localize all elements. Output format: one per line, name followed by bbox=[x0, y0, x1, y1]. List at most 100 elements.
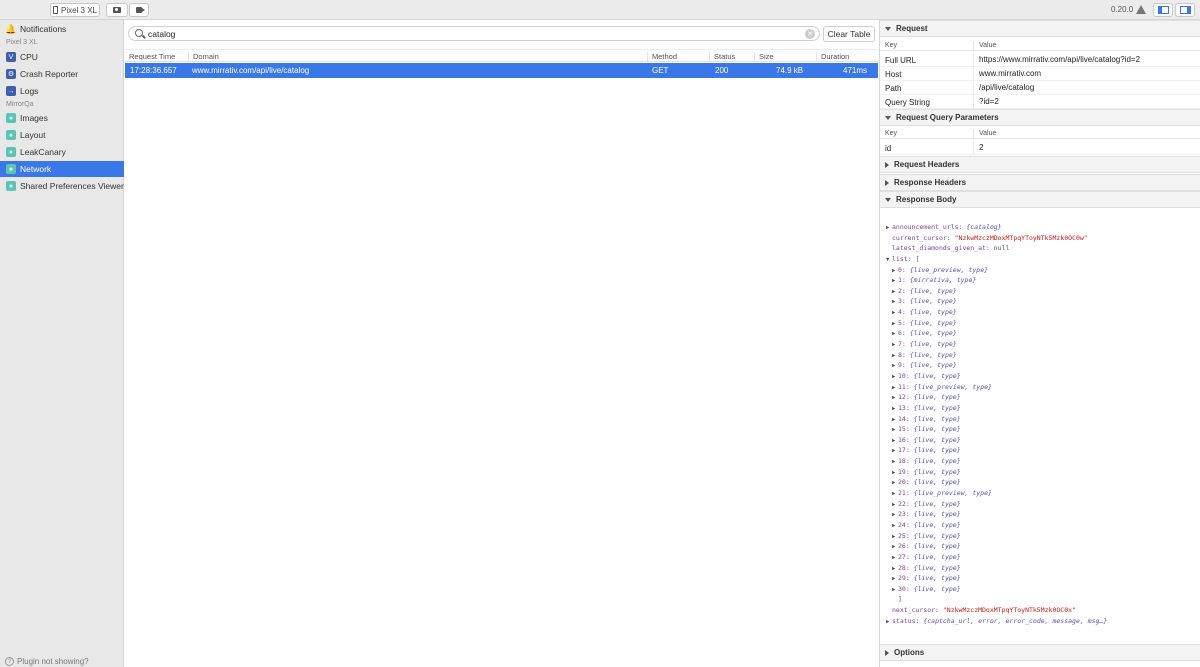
column-header-method[interactable]: Method bbox=[647, 52, 677, 61]
column-header-domain[interactable]: Domain bbox=[188, 52, 219, 61]
sidebar-item-images[interactable]: ● Images bbox=[0, 110, 124, 126]
options-section-header[interactable]: Options bbox=[880, 644, 1200, 661]
json-list-item[interactable]: ▶ 24: {live, type} bbox=[886, 520, 1198, 531]
request-section-header[interactable]: Request bbox=[880, 20, 1200, 37]
json-node-latest-diamonds: latest_diamonds_given_at: null bbox=[886, 243, 1198, 254]
plugin-not-showing-link[interactable]: ? Plugin not showing? bbox=[5, 657, 89, 666]
column-header-size[interactable]: Size bbox=[754, 52, 774, 61]
json-list-item[interactable]: ▶ 2: {live, type} bbox=[886, 286, 1198, 297]
warning-icon[interactable] bbox=[1136, 5, 1146, 14]
toggle-right-sidebar-button[interactable] bbox=[1175, 3, 1195, 17]
json-list-item[interactable]: ▶ 21: {live_preview, type} bbox=[886, 488, 1198, 499]
clear-table-button[interactable]: Clear Table bbox=[823, 26, 875, 42]
json-preview: {live, type} bbox=[909, 340, 957, 349]
column-header-request-time[interactable]: Request Time bbox=[125, 52, 175, 61]
json-list-item[interactable]: ▶ 0: {live_preview, type} bbox=[886, 265, 1198, 276]
json-list-item[interactable]: ▶ 15: {live, type} bbox=[886, 424, 1198, 435]
json-list-item[interactable]: ▶ 12: {live, type} bbox=[886, 392, 1198, 403]
column-header-duration[interactable]: Duration bbox=[816, 52, 849, 61]
sidebar-item-network[interactable]: ● Network bbox=[0, 161, 124, 177]
json-list-item[interactable]: ▶ 23: {live, type} bbox=[886, 509, 1198, 520]
json-node-status[interactable]: ▶ status: {captcha_url, error, error_code… bbox=[886, 616, 1198, 627]
sidebar-item-logs[interactable]: → Logs bbox=[0, 83, 124, 99]
sidebar-item-shared-preferences[interactable]: ● Shared Preferences Viewer bbox=[0, 178, 124, 194]
json-preview: {mirrativa, type} bbox=[909, 276, 977, 285]
json-list-item[interactable]: ▶ 13: {live, type} bbox=[886, 403, 1198, 414]
column-header-status[interactable]: Status bbox=[709, 52, 735, 61]
json-list-item[interactable]: ▶ 19: {live, type} bbox=[886, 467, 1198, 478]
json-list-item[interactable]: ▶ 9: {live, type} bbox=[886, 360, 1198, 371]
json-preview: {live, type} bbox=[913, 510, 961, 519]
json-preview: {live_preview, type} bbox=[913, 382, 992, 391]
sidebar-item-leakcanary[interactable]: ● LeakCanary bbox=[0, 144, 124, 160]
record-button[interactable] bbox=[129, 3, 149, 17]
json-preview: {live, type} bbox=[913, 552, 961, 561]
caret-down-icon bbox=[885, 115, 891, 120]
cell-duration: 471ms bbox=[843, 66, 868, 75]
section-title: Options bbox=[894, 648, 925, 657]
query-params-section-header[interactable]: Request Query Parameters bbox=[880, 109, 1200, 126]
device-selector-button[interactable]: Pixel 3 XL bbox=[50, 3, 100, 17]
sidebar-item-layout[interactable]: ● Layout bbox=[0, 127, 124, 143]
request-row-host: Host www.mirrativ.com bbox=[880, 67, 1200, 81]
row-key: Full URL bbox=[885, 56, 917, 65]
value-header: Value bbox=[973, 41, 996, 50]
request-table-header: Key Value bbox=[880, 39, 1200, 51]
json-preview: {live, type} bbox=[913, 542, 961, 551]
json-preview: {live, type} bbox=[913, 435, 961, 444]
json-list-item[interactable]: ▶ 17: {live, type} bbox=[886, 445, 1198, 456]
json-key: next_cursor: bbox=[892, 606, 939, 615]
response-body-section-header[interactable]: Response Body bbox=[880, 191, 1200, 208]
json-list-item[interactable]: ▶ 4: {live, type} bbox=[886, 307, 1198, 318]
json-list-item[interactable]: ▶ 18: {live, type} bbox=[886, 456, 1198, 467]
json-list-item[interactable]: ▶ 22: {live, type} bbox=[886, 499, 1198, 510]
json-list-item[interactable]: ▶ 11: {live_preview, type} bbox=[886, 382, 1198, 393]
json-node-next-cursor: next_cursor: "NzkwMzczMDoxMTpqYToyNTk5Mz… bbox=[886, 605, 1198, 616]
clear-search-icon[interactable]: ✕ bbox=[805, 29, 815, 39]
caret-down-icon bbox=[885, 197, 891, 202]
json-list-item[interactable]: ▶ 14: {live, type} bbox=[886, 414, 1198, 425]
json-preview: {live, type} bbox=[913, 457, 961, 466]
sidebar-item-notifications[interactable]: 🔔 Notifications bbox=[0, 21, 124, 37]
json-key: status: bbox=[892, 616, 920, 625]
json-list-item[interactable]: ▶ 7: {live, type} bbox=[886, 339, 1198, 350]
json-list-item[interactable]: ▶ 6: {live, type} bbox=[886, 328, 1198, 339]
json-list-item[interactable]: ▶ 27: {live, type} bbox=[886, 552, 1198, 563]
json-index: 3: bbox=[898, 297, 906, 306]
screenshot-button[interactable] bbox=[106, 3, 128, 17]
json-index: 20: bbox=[898, 478, 910, 487]
json-preview: {live, type} bbox=[913, 403, 961, 412]
json-node-list[interactable]: ▼ list: [ bbox=[886, 254, 1198, 265]
json-list-item[interactable]: ▶ 1: {mirrativa, type} bbox=[886, 275, 1198, 286]
request-headers-section-header[interactable]: Request Headers bbox=[880, 156, 1200, 173]
search-input[interactable] bbox=[148, 28, 798, 40]
json-list-item[interactable]: ▶ 3: {live, type} bbox=[886, 296, 1198, 307]
json-list-item[interactable]: ▶ 29: {live, type} bbox=[886, 573, 1198, 584]
json-bracket: [ bbox=[915, 254, 920, 263]
toggle-left-sidebar-button[interactable] bbox=[1153, 3, 1173, 17]
json-preview: {live, type} bbox=[909, 350, 957, 359]
json-list-item[interactable]: ▶ 20: {live, type} bbox=[886, 477, 1198, 488]
response-headers-section-header[interactable]: Response Headers bbox=[880, 174, 1200, 191]
json-list-item[interactable]: ▶ 30: {live, type} bbox=[886, 584, 1198, 595]
json-list-item[interactable]: ▶ 28: {live, type} bbox=[886, 563, 1198, 574]
left-sidebar-icon bbox=[1157, 6, 1169, 14]
json-node-announcement-urls[interactable]: ▶ announcement_urls: {catalog} bbox=[886, 222, 1198, 233]
json-list-item[interactable]: ▶ 16: {live, type} bbox=[886, 435, 1198, 446]
json-list-item[interactable]: ▶ 26: {live, type} bbox=[886, 541, 1198, 552]
json-index: 21: bbox=[898, 489, 910, 498]
table-row[interactable]: 17:28:36.657 www.mirrativ.com/api/live/c… bbox=[125, 63, 878, 78]
sidebar-item-label: Notifications bbox=[20, 24, 67, 34]
section-title: Response Body bbox=[896, 195, 957, 204]
json-list-item[interactable]: ▶ 8: {live, type} bbox=[886, 350, 1198, 361]
table-header: Request Time Domain Method Status Size D… bbox=[125, 49, 878, 62]
json-list-item[interactable]: ▶ 10: {live, type} bbox=[886, 371, 1198, 382]
json-list-item[interactable]: ▶ 5: {live, type} bbox=[886, 318, 1198, 329]
json-preview: {live, type} bbox=[913, 371, 961, 380]
network-icon: ● bbox=[6, 164, 16, 174]
sidebar-item-cpu[interactable]: V CPU bbox=[0, 49, 124, 65]
json-index: 7: bbox=[898, 340, 906, 349]
json-index: 10: bbox=[898, 371, 910, 380]
json-list-item[interactable]: ▶ 25: {live, type} bbox=[886, 531, 1198, 542]
sidebar-item-crash-reporter[interactable]: ⚙ Crash Reporter bbox=[0, 66, 124, 82]
